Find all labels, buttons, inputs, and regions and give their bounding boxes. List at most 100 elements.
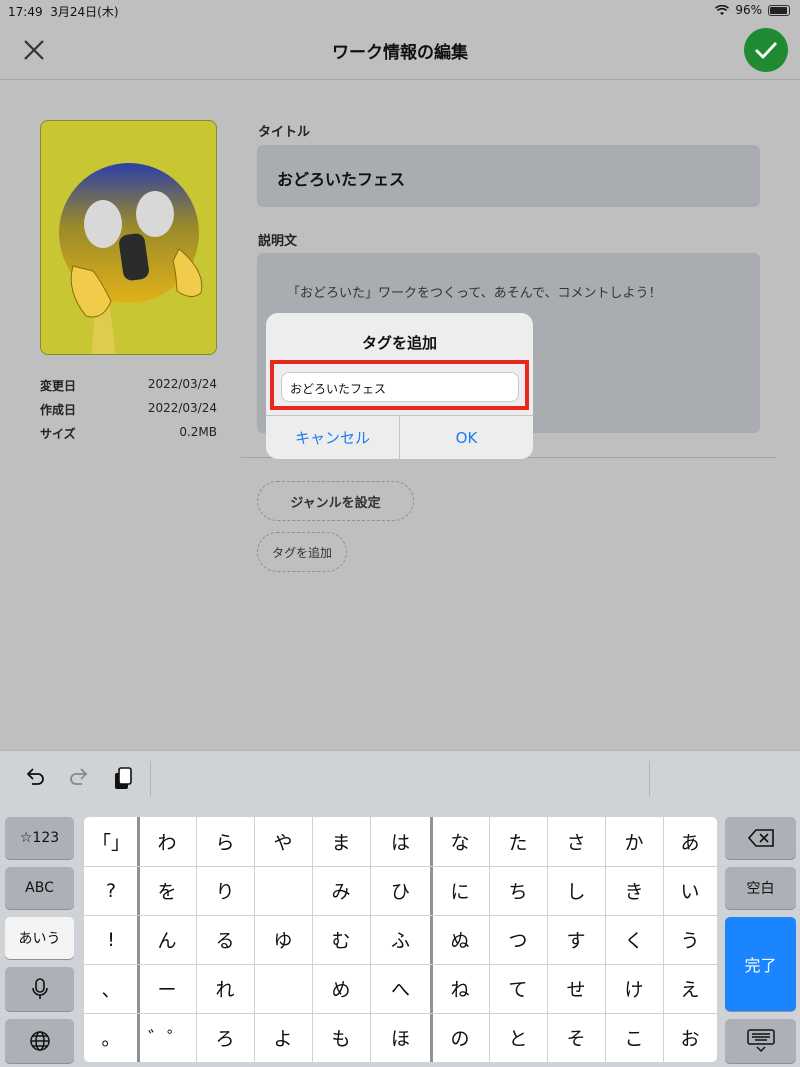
kana-key[interactable]: れ: [196, 964, 254, 1013]
kana-key[interactable]: り: [196, 866, 254, 915]
kana-key[interactable]: ら: [196, 817, 254, 866]
kana-key[interactable]: た: [489, 817, 547, 866]
kana-key[interactable]: と: [489, 1013, 547, 1062]
done-key[interactable]: 完了: [725, 917, 796, 1011]
kana-key[interactable]: ぬ: [431, 915, 489, 964]
cancel-button[interactable]: キャンセル: [266, 416, 399, 459]
wifi-icon: [715, 4, 730, 15]
undo-button[interactable]: [22, 765, 48, 791]
grid-divider: [84, 915, 717, 916]
kana-key[interactable]: て: [489, 964, 547, 1013]
toolbar-separator: [150, 761, 151, 797]
symbols-key[interactable]: ☆123: [5, 817, 74, 859]
kana-key[interactable]: お: [663, 1013, 717, 1062]
grid-divider: [84, 964, 717, 965]
kana-key[interactable]: え: [663, 964, 717, 1013]
kana-key[interactable]: [254, 964, 312, 1013]
kana-key[interactable]: よ: [254, 1013, 312, 1062]
kana-key[interactable]: ろ: [196, 1013, 254, 1062]
kana-key[interactable]: ね: [431, 964, 489, 1013]
battery-percent: 96%: [735, 3, 762, 17]
save-button[interactable]: [744, 28, 788, 72]
kana-key[interactable]: は: [370, 817, 431, 866]
kana-key[interactable]: わ: [138, 817, 196, 866]
title-field[interactable]: おどろいたフェス: [257, 145, 760, 207]
kana-key[interactable]: ん: [138, 915, 196, 964]
keyboard-dismiss-icon: [746, 1029, 775, 1053]
set-genre-button[interactable]: ジャンルを設定: [257, 481, 414, 521]
kana-key[interactable]: あ: [663, 817, 717, 866]
kana-key[interactable]: ひ: [370, 866, 431, 915]
redo-button[interactable]: [66, 765, 92, 791]
grid-divider: [312, 817, 313, 1062]
kana-key[interactable]: う: [663, 915, 717, 964]
kana-key[interactable]: へ: [370, 964, 431, 1013]
kana-key[interactable]: け: [605, 964, 663, 1013]
kana-key[interactable]: ゛゜: [138, 1013, 196, 1062]
grid-divider: [254, 817, 255, 1062]
kana-key[interactable]: か: [605, 817, 663, 866]
kana-key[interactable]: ふ: [370, 915, 431, 964]
dismiss-keyboard-key[interactable]: [725, 1019, 796, 1063]
grid-divider: [137, 817, 140, 1062]
status-time: 17:49 3月24日(木): [8, 5, 119, 19]
kana-key[interactable]: す: [547, 915, 605, 964]
globe-icon: [29, 1031, 50, 1051]
kana-key[interactable]: そ: [547, 1013, 605, 1062]
kana-key[interactable]: さ: [547, 817, 605, 866]
title-label: タイトル: [258, 125, 311, 140]
screaming-face-image: [59, 163, 203, 354]
kana-key[interactable]: !: [84, 915, 138, 964]
undo-icon: [26, 768, 44, 785]
space-key[interactable]: 空白: [725, 867, 796, 909]
kana-key[interactable]: し: [547, 866, 605, 915]
kana-key[interactable]: 、: [84, 964, 138, 1013]
kana-key[interactable]: ま: [312, 817, 370, 866]
kana-key[interactable]: 。: [84, 1013, 138, 1062]
kana-key[interactable]: き: [605, 866, 663, 915]
grid-divider: [547, 817, 548, 1062]
kana-key[interactable]: も: [312, 1013, 370, 1062]
kana-key[interactable]: を: [138, 866, 196, 915]
kana-key[interactable]: み: [312, 866, 370, 915]
kana-key[interactable]: の: [431, 1013, 489, 1062]
clipboard-icon: [115, 767, 132, 789]
kana-key[interactable]: な: [431, 817, 489, 866]
kana-key[interactable]: あいう: [5, 917, 74, 959]
kana-key[interactable]: つ: [489, 915, 547, 964]
kana-key[interactable]: ほ: [370, 1013, 431, 1062]
kana-key[interactable]: く: [605, 915, 663, 964]
globe-key[interactable]: [5, 1019, 74, 1063]
grid-divider: [605, 817, 606, 1062]
ok-button[interactable]: OK: [399, 416, 533, 459]
microphone-icon: [31, 978, 48, 999]
kana-key[interactable]: め: [312, 964, 370, 1013]
abc-key[interactable]: ABC: [5, 867, 74, 909]
kana-key-grid: 「」わらやまはなたさかあ? をり みひにちしきい! んるゆむふぬつすくう、ーれ めへねて…: [84, 817, 717, 1062]
kana-key[interactable]: い: [663, 866, 717, 915]
description-label: 説明文: [258, 234, 298, 249]
kana-key[interactable]: や: [254, 817, 312, 866]
backspace-key[interactable]: [725, 817, 796, 859]
paste-button[interactable]: [110, 765, 136, 791]
kana-key[interactable]: 「」: [84, 817, 138, 866]
page-title: ワーク情報の編集: [332, 43, 468, 63]
kana-key[interactable]: ち: [489, 866, 547, 915]
grid-divider: [489, 817, 490, 1062]
tag-input[interactable]: おどろいたフェス: [281, 372, 519, 402]
kana-key[interactable]: [254, 866, 312, 915]
work-thumbnail[interactable]: [40, 120, 217, 355]
kana-key[interactable]: む: [312, 915, 370, 964]
dictation-key[interactable]: [5, 967, 74, 1011]
kana-key[interactable]: に: [431, 866, 489, 915]
kana-key[interactable]: ?: [84, 866, 138, 915]
kana-key[interactable]: ゆ: [254, 915, 312, 964]
kana-key[interactable]: せ: [547, 964, 605, 1013]
keyboard-toolbar: [0, 750, 800, 807]
kana-key[interactable]: る: [196, 915, 254, 964]
grid-divider: [370, 817, 371, 1062]
kana-key[interactable]: ー: [138, 964, 196, 1013]
kana-key[interactable]: こ: [605, 1013, 663, 1062]
add-tag-button[interactable]: タグを追加: [257, 532, 347, 572]
toolbar-separator: [649, 761, 650, 797]
